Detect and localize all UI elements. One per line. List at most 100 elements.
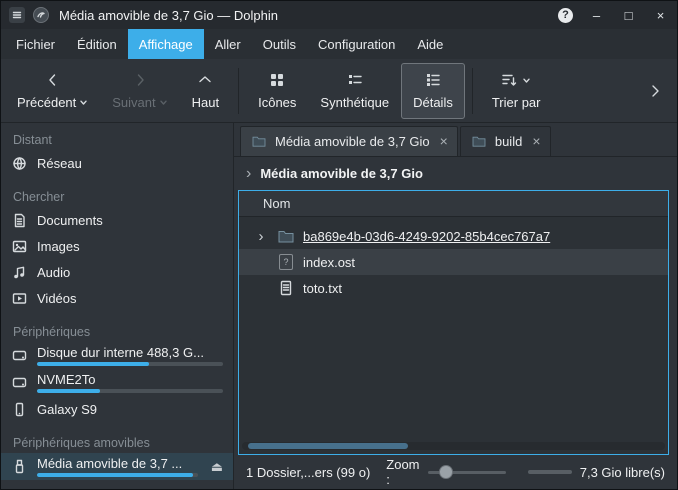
titlebar[interactable]: Média amovible de 3,7 Gio — Dolphin ? – … — [1, 1, 677, 29]
sort-by-button[interactable]: Trier par — [480, 63, 553, 119]
scrollbar-handle[interactable] — [248, 443, 408, 449]
place-label: Disque dur interne 488,3 G... — [37, 345, 223, 360]
maximize-button[interactable]: □ — [620, 7, 637, 24]
caret-down-icon — [159, 98, 168, 107]
zoom-slider-handle[interactable] — [439, 465, 453, 479]
back-button[interactable]: Précédent — [5, 63, 100, 119]
sidebar-item-documents[interactable]: Documents — [1, 207, 233, 233]
status-bar: 1 Dossier,...ers (99 o) Zoom : 7,3 Gio l… — [234, 455, 677, 489]
folder-icon — [250, 135, 268, 147]
breadcrumb-current[interactable]: Média amovible de 3,7 Gio — [260, 166, 423, 181]
compact-view-button[interactable]: Synthétique — [308, 63, 401, 119]
forward-label: Suivant — [112, 95, 155, 110]
details-label: Détails — [413, 95, 453, 110]
dolphin-window: Média amovible de 3,7 Gio — Dolphin ? – … — [0, 0, 678, 490]
capacity-bar — [37, 473, 198, 477]
harddisk-icon — [11, 348, 28, 363]
file-row-index-ost[interactable]: ? index.ost — [239, 249, 668, 275]
menu-bar: Fichier Édition Affichage Aller Outils C… — [1, 29, 677, 59]
icons-view-button[interactable]: Icônes — [246, 63, 308, 119]
file-row-folder[interactable]: › ba869e4b-03d6-4249-9202-85b4cec767a7 — [239, 223, 668, 249]
chevron-right-icon — [647, 83, 663, 99]
forward-button[interactable]: Suivant — [100, 63, 179, 119]
breadcrumb: › Média amovible de 3,7 Gio — [234, 157, 677, 190]
details-view-icon — [425, 71, 441, 89]
place-label: Galaxy S9 — [37, 402, 223, 417]
details-view-button[interactable]: Détails — [401, 63, 465, 119]
menu-affichage[interactable]: Affichage — [128, 29, 204, 59]
usb-drive-icon — [11, 459, 28, 474]
place-label: Audio — [37, 265, 223, 280]
up-button[interactable]: Haut — [180, 63, 231, 119]
free-space-text: 7,3 Gio libre(s) — [580, 465, 665, 480]
sidebar-item-videos[interactable]: Vidéos — [1, 285, 233, 311]
place-label: Média amovible de 3,7 ... — [37, 456, 198, 471]
audio-icon — [11, 265, 28, 280]
help-button[interactable]: ? — [558, 8, 573, 23]
scrollbar-track[interactable] — [242, 442, 665, 450]
image-icon — [11, 239, 28, 254]
tab-build[interactable]: build × — [460, 126, 551, 156]
expander-icon[interactable]: › — [253, 229, 269, 244]
horizontal-scrollbar[interactable] — [239, 441, 668, 454]
compact-view-icon — [347, 71, 363, 89]
toolbar-separator — [472, 68, 473, 114]
zoom-label: Zoom : — [386, 457, 419, 487]
place-label: Vidéos — [37, 291, 223, 306]
minimize-button[interactable]: – — [588, 7, 605, 24]
breadcrumb-chevron-icon[interactable]: › — [246, 166, 251, 182]
capacity-bar — [37, 362, 223, 366]
tab-bar: Média amovible de 3,7 Gio × build × — [234, 123, 677, 157]
sidebar-item-nvme2to[interactable]: NVME2To — [1, 369, 233, 396]
file-name: ba869e4b-03d6-4249-9202-85b4cec767a7 — [303, 229, 550, 244]
folder-icon — [277, 229, 295, 243]
icons-view-icon — [269, 71, 285, 89]
up-label: Haut — [192, 95, 219, 110]
menu-aide[interactable]: Aide — [406, 29, 454, 59]
window-controls: ? – □ × — [558, 7, 669, 24]
menu-edition[interactable]: Édition — [66, 29, 128, 59]
main-area: Distant Réseau Chercher Documents Images — [1, 123, 677, 489]
back-label: Précédent — [17, 95, 76, 110]
content-pane: Média amovible de 3,7 Gio × build × › Mé… — [234, 123, 677, 489]
close-button[interactable]: × — [652, 7, 669, 24]
harddisk-icon — [11, 375, 28, 390]
sidebar-item-galaxy-s9[interactable]: Galaxy S9 — [1, 396, 233, 422]
sort-icon — [501, 72, 517, 88]
toolbar-overflow-button[interactable] — [637, 83, 673, 99]
compact-label: Synthétique — [320, 95, 389, 110]
sort-label: Trier par — [492, 95, 541, 110]
chevron-right-icon — [132, 71, 148, 89]
places-panel: Distant Réseau Chercher Documents Images — [1, 123, 234, 489]
place-label: NVME2To — [37, 372, 223, 387]
tab-close-icon[interactable]: × — [532, 133, 540, 149]
menu-configuration[interactable]: Configuration — [307, 29, 406, 59]
eject-icon[interactable]: ⏏ — [211, 459, 223, 475]
chevron-left-icon — [45, 71, 61, 89]
sidebar-item-audio[interactable]: Audio — [1, 259, 233, 285]
app-menu-icon[interactable] — [9, 7, 25, 23]
zoom-slider[interactable] — [428, 464, 507, 480]
text-file-icon — [277, 280, 295, 296]
chevron-up-icon — [197, 71, 213, 89]
toolbar-separator — [238, 68, 239, 114]
menu-fichier[interactable]: Fichier — [5, 29, 66, 59]
tab-media-amovible[interactable]: Média amovible de 3,7 Gio × — [240, 126, 458, 156]
phone-icon — [11, 402, 28, 417]
menu-aller[interactable]: Aller — [204, 29, 252, 59]
column-header-nom[interactable]: Nom — [239, 191, 668, 217]
tab-close-icon[interactable]: × — [440, 133, 448, 149]
file-row-toto-txt[interactable]: toto.txt — [239, 275, 668, 301]
video-icon — [11, 291, 28, 306]
window-title: Média amovible de 3,7 Gio — Dolphin — [59, 8, 278, 23]
file-view: Nom › ba869e4b-03d6-4249-9202-85b4cec767… — [238, 190, 669, 455]
sidebar-item-reseau[interactable]: Réseau — [1, 150, 233, 176]
section-header-peripheriques-amovibles: Périphériques amovibles — [1, 432, 233, 453]
sidebar-item-media-amovible[interactable]: Média amovible de 3,7 ... ⏏ — [1, 453, 233, 480]
caret-down-icon — [79, 98, 88, 107]
dolphin-app-icon — [33, 7, 49, 23]
sidebar-item-images[interactable]: Images — [1, 233, 233, 259]
menu-outils[interactable]: Outils — [252, 29, 307, 59]
tab-label: build — [495, 134, 522, 149]
sidebar-item-disque-dur-interne[interactable]: Disque dur interne 488,3 G... — [1, 342, 233, 369]
